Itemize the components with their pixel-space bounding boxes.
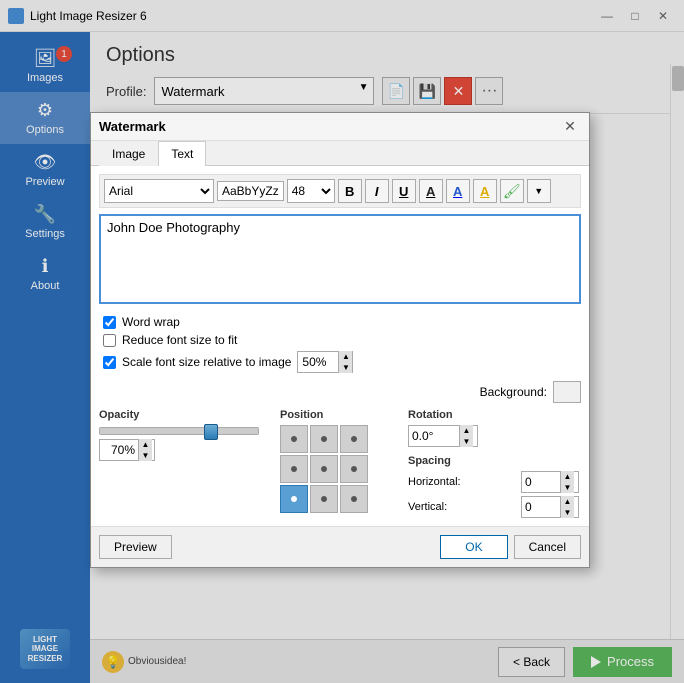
rotation-down-button[interactable]: ▼ bbox=[459, 436, 473, 447]
opacity-label: Opacity bbox=[99, 409, 272, 421]
scale-font-row: Scale font size relative to image ▲ ▼ bbox=[103, 351, 577, 373]
dialog-close-button[interactable]: ✕ bbox=[559, 116, 581, 138]
reduce-font-row: Reduce font size to fit bbox=[103, 333, 577, 347]
dialog-title: Watermark bbox=[99, 119, 166, 134]
vertical-label: Vertical: bbox=[408, 501, 515, 513]
pos-btn-middle-right[interactable] bbox=[340, 455, 368, 483]
controls-grid: Opacity ▲ ▼ bbox=[99, 409, 581, 518]
background-color-button[interactable] bbox=[553, 381, 581, 403]
preview-button[interactable]: Preview bbox=[99, 535, 172, 559]
scale-font-checkbox[interactable] bbox=[103, 356, 116, 369]
scale-font-label: Scale font size relative to image bbox=[122, 355, 291, 369]
cancel-button[interactable]: Cancel bbox=[514, 535, 581, 559]
bold-button[interactable]: B bbox=[338, 179, 362, 203]
pos-btn-top-left[interactable] bbox=[280, 425, 308, 453]
watermark-dialog: Watermark ✕ Image Text Arial bbox=[90, 112, 590, 568]
rotation-spacing-section: Rotation ▲ ▼ Spacing bbox=[408, 409, 581, 518]
slider-container bbox=[99, 427, 272, 435]
dialog-tabs: Image Text bbox=[91, 141, 589, 166]
main-layout: 🖼 Images 1 ⚙ Options 👁 Preview 🔧 Setting… bbox=[0, 32, 684, 683]
reduce-font-checkbox[interactable] bbox=[103, 334, 116, 347]
dialog-footer: Preview OK Cancel bbox=[91, 526, 589, 567]
dialog-overlay: Watermark ✕ Image Text Arial bbox=[0, 32, 684, 683]
vertical-input[interactable] bbox=[522, 499, 560, 515]
rotation-up-button[interactable]: ▲ bbox=[459, 425, 473, 436]
horizontal-down-button[interactable]: ▼ bbox=[560, 482, 574, 493]
opacity-down-button[interactable]: ▼ bbox=[138, 450, 152, 461]
opacity-input[interactable] bbox=[100, 442, 138, 458]
word-wrap-label: Word wrap bbox=[122, 315, 180, 329]
scale-down-button[interactable]: ▼ bbox=[338, 362, 352, 373]
vertical-spin-buttons: ▲ ▼ bbox=[560, 496, 574, 518]
opacity-slider-track[interactable] bbox=[99, 427, 259, 435]
vertical-down-button[interactable]: ▼ bbox=[560, 507, 574, 518]
font-size-select[interactable]: 48 bbox=[287, 179, 335, 203]
pos-btn-middle-left[interactable] bbox=[280, 455, 308, 483]
word-wrap-checkbox[interactable] bbox=[103, 316, 116, 329]
brush-button[interactable]: 🖌 bbox=[500, 179, 524, 203]
opacity-section: Opacity ▲ ▼ bbox=[99, 409, 272, 518]
tab-text[interactable]: Text bbox=[158, 141, 206, 166]
horizontal-spinbox: ▲ ▼ bbox=[521, 471, 579, 493]
pos-btn-top-center[interactable] bbox=[310, 425, 338, 453]
scale-up-button[interactable]: ▲ bbox=[338, 351, 352, 362]
opacity-up-button[interactable]: ▲ bbox=[138, 439, 152, 450]
font-color-blue-button[interactable]: A bbox=[446, 179, 470, 203]
reduce-font-label: Reduce font size to fit bbox=[122, 333, 237, 347]
position-grid bbox=[280, 425, 400, 513]
position-section: Position bbox=[280, 409, 400, 518]
rotation-spinbox: ▲ ▼ bbox=[408, 425, 478, 447]
scale-input[interactable] bbox=[298, 354, 338, 370]
opacity-val-row: ▲ ▼ bbox=[99, 439, 272, 461]
watermark-options-section: Word wrap Reduce font size to fit Scale … bbox=[99, 309, 581, 379]
pos-btn-bottom-left[interactable] bbox=[280, 485, 308, 513]
ok-button[interactable]: OK bbox=[440, 535, 507, 559]
font-preview: AaBbYyZz bbox=[217, 181, 284, 201]
font-color-yellow-button[interactable]: A bbox=[473, 179, 497, 203]
background-label: Background: bbox=[480, 385, 547, 399]
text-input[interactable]: John Doe Photography bbox=[99, 214, 581, 304]
italic-button[interactable]: I bbox=[365, 179, 389, 203]
rotation-label: Rotation bbox=[408, 409, 581, 421]
horizontal-input[interactable] bbox=[522, 474, 560, 490]
pos-btn-bottom-right[interactable] bbox=[340, 485, 368, 513]
dialog-titlebar: Watermark ✕ bbox=[91, 113, 589, 141]
position-label: Position bbox=[280, 409, 400, 421]
horizontal-spin-buttons: ▲ ▼ bbox=[560, 471, 574, 493]
pos-btn-middle-center[interactable] bbox=[310, 455, 338, 483]
horizontal-up-button[interactable]: ▲ bbox=[560, 471, 574, 482]
background-row: Background: bbox=[99, 381, 581, 403]
opacity-spin-buttons: ▲ ▼ bbox=[138, 439, 152, 461]
text-toolbar: Arial AaBbYyZz 48 B I U A A A 🖌 ▼ bbox=[99, 174, 581, 208]
horizontal-label: Horizontal: bbox=[408, 476, 515, 488]
brush-dropdown-button[interactable]: ▼ bbox=[527, 179, 551, 203]
opacity-slider-thumb[interactable] bbox=[204, 424, 218, 440]
spacing-grid: Horizontal: ▲ ▼ Vertical: bbox=[408, 471, 581, 518]
font-family-select[interactable]: Arial bbox=[104, 179, 214, 203]
vertical-up-button[interactable]: ▲ bbox=[560, 496, 574, 507]
spacing-label: Spacing bbox=[408, 455, 581, 467]
pos-btn-bottom-center[interactable] bbox=[310, 485, 338, 513]
pos-btn-top-right[interactable] bbox=[340, 425, 368, 453]
opacity-spinbox: ▲ ▼ bbox=[99, 439, 155, 461]
scale-spin-buttons: ▲ ▼ bbox=[338, 351, 352, 373]
text-area-container: John Doe Photography bbox=[99, 214, 581, 309]
tab-image[interactable]: Image bbox=[99, 141, 158, 166]
rotation-input[interactable] bbox=[409, 428, 459, 444]
underline-button[interactable]: U bbox=[392, 179, 416, 203]
scale-spinbox: ▲ ▼ bbox=[297, 351, 353, 373]
font-color-black-button[interactable]: A bbox=[419, 179, 443, 203]
dialog-body: Arial AaBbYyZz 48 B I U A A A 🖌 ▼ bbox=[91, 166, 589, 526]
word-wrap-row: Word wrap bbox=[103, 315, 577, 329]
footer-right: OK Cancel bbox=[440, 535, 581, 559]
rotation-spin-buttons: ▲ ▼ bbox=[459, 425, 473, 447]
vertical-spinbox: ▲ ▼ bbox=[521, 496, 579, 518]
